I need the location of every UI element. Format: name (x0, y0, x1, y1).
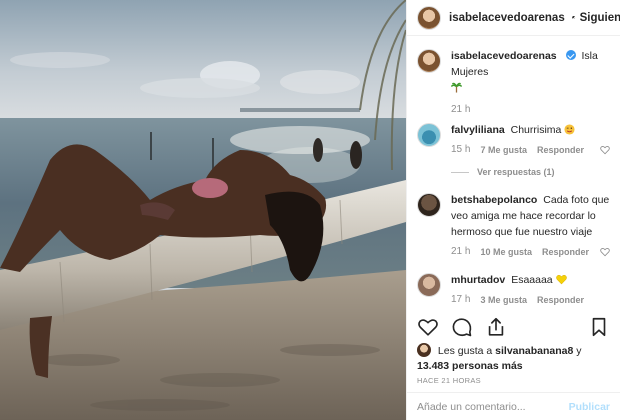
comment-reply-button[interactable]: Responder (537, 142, 584, 158)
caption-timestamp: 21 h (451, 104, 471, 115)
view-replies-label: Ver respuestas (1) (477, 167, 555, 177)
post-action-bar (417, 312, 610, 342)
caption-entry: isabelacevedoarenas Isla Mujeres 21 h (407, 36, 620, 118)
post-side-panel: isabelacevedoarenas • Siguiendo isabelac… (406, 0, 620, 420)
comment-timestamp[interactable]: 15 h (451, 142, 470, 158)
comment-item: mhurtadov Esaaaaa 17 h 3 Me gusta Respon… (407, 272, 620, 308)
palm-tree-emoji (451, 82, 462, 93)
commenter-username[interactable]: falvyliliana (451, 124, 505, 136)
following-button[interactable]: Siguiendo (580, 12, 620, 24)
heart-icon[interactable] (417, 316, 439, 338)
commenter-username[interactable]: mhurtadov (451, 274, 505, 286)
view-replies-button[interactable]: Ver respuestas (1) (451, 164, 610, 180)
share-icon[interactable] (485, 316, 507, 338)
comment-icon[interactable] (451, 316, 473, 338)
author-avatar[interactable] (417, 5, 441, 30)
caption-author-username[interactable]: isabelacevedoarenas (451, 50, 557, 62)
comments-list[interactable]: isabelacevedoarenas Isla Mujeres 21 h fa… (407, 36, 620, 310)
comment-input[interactable] (417, 400, 569, 413)
comment-likes-count[interactable]: 7 Me gusta (480, 142, 527, 158)
caption-author-avatar[interactable] (417, 49, 441, 73)
comment-reply-button[interactable]: Responder (542, 244, 589, 260)
commenter-username[interactable]: betshabepolanco (451, 194, 537, 206)
author-username[interactable]: isabelacevedoarenas (449, 12, 565, 24)
comment-timestamp[interactable]: 21 h (451, 244, 470, 260)
commenter-avatar[interactable] (417, 273, 441, 297)
comment-reply-button[interactable]: Responder (537, 292, 584, 308)
comment-item: betshabepolanco Cada foto que veo amiga … (407, 192, 620, 260)
comment-likes-count[interactable]: 10 Me gusta (480, 244, 532, 260)
commenter-avatar[interactable] (417, 193, 441, 217)
comment-like-heart-icon[interactable] (600, 145, 610, 155)
verified-badge-icon (565, 50, 576, 60)
post-photo[interactable] (0, 0, 406, 420)
replies-divider (451, 171, 469, 173)
likes-summary: Les gusta a silvanabanana8 y 13.483 pers… (417, 343, 614, 374)
publish-button[interactable]: Publicar (569, 401, 610, 413)
add-comment-bar: Publicar (407, 392, 620, 420)
likes-connector: y (576, 345, 582, 357)
commenter-avatar[interactable] (417, 123, 441, 147)
comment-text: Esaaaaa (511, 274, 553, 286)
post-header: isabelacevedoarenas • Siguiendo (407, 0, 620, 36)
likes-count-link[interactable]: 13.483 personas más (417, 360, 523, 372)
liker-username[interactable]: silvanabanana8 (495, 345, 573, 357)
post-timestamp[interactable]: HACE 21 HORAS (417, 376, 481, 385)
comment-item: falvyliliana Churrisima 15 h 7 Me gusta … (407, 122, 620, 180)
bookmark-icon[interactable] (588, 316, 610, 338)
yellow-heart-emoji (555, 274, 567, 285)
comment-timestamp[interactable]: 17 h (451, 292, 470, 308)
liker-avatar[interactable] (417, 343, 431, 357)
comment-like-heart-icon[interactable] (600, 247, 610, 257)
likes-prefix: Les gusta a (437, 345, 493, 357)
comment-text: Churrisima (510, 124, 562, 136)
wink-emoji (564, 124, 575, 135)
comment-likes-count[interactable]: 3 Me gusta (480, 292, 527, 308)
beach-photo-image (0, 0, 406, 420)
